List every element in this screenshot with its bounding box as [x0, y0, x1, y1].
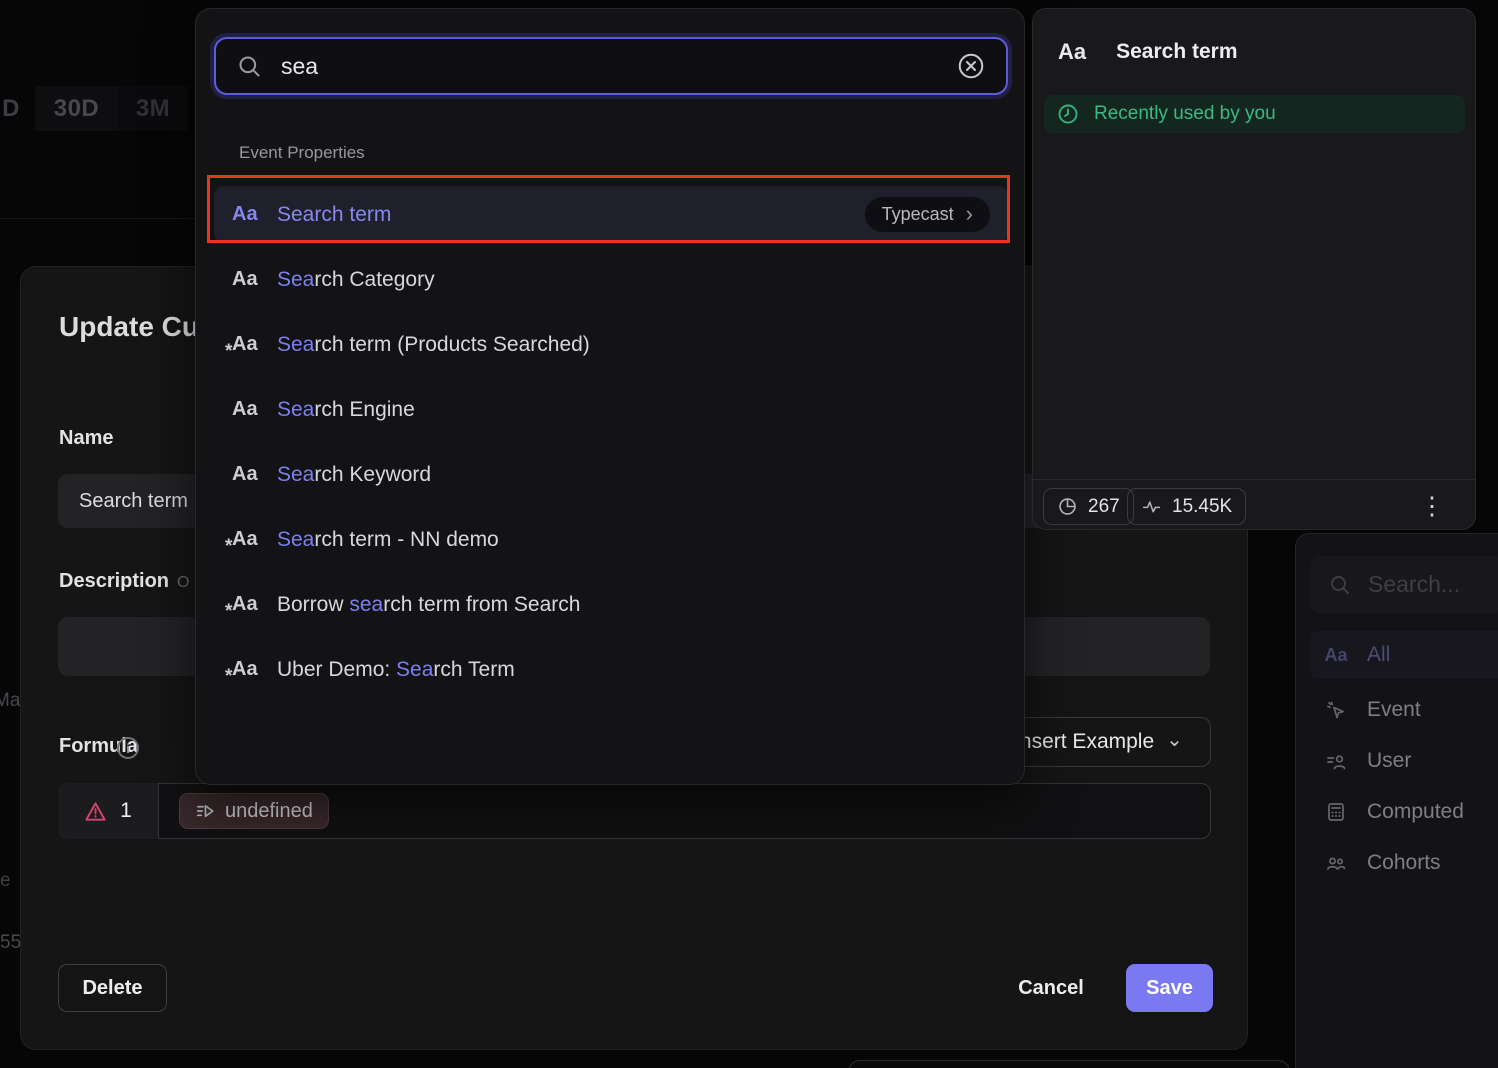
- axis-label-fragment: e: [0, 870, 11, 892]
- sidebar-search[interactable]: [1310, 556, 1498, 613]
- formula-token-undefined[interactable]: undefined: [179, 793, 329, 829]
- result-row-search-engine[interactable]: Aa Search Engine: [214, 381, 1008, 438]
- property-title: Search term: [1116, 40, 1237, 64]
- cursor-click-icon: [1324, 699, 1348, 721]
- insert-example-label: Insert Example: [1014, 730, 1154, 754]
- optional-hint: O: [177, 574, 189, 591]
- result-row-search-term[interactable]: Aa Search term Typecast ›: [214, 186, 1008, 243]
- axis-label-value: 55: [0, 932, 21, 954]
- calculator-icon: [1324, 801, 1348, 823]
- property-type-sidebar: Aa All Event User: [1295, 533, 1498, 1068]
- result-row-borrow-search-term[interactable]: Aa* Borrow search term from Search: [214, 576, 1008, 633]
- result-row-uber-demo-search-term[interactable]: Aa* Uber Demo: Search Term: [214, 641, 1008, 698]
- error-count: 1: [120, 799, 132, 823]
- formula-error-badge: 1: [58, 783, 158, 839]
- property-search-input[interactable]: [281, 53, 938, 80]
- sidebar-item-user[interactable]: User: [1310, 737, 1498, 785]
- chevron-down-icon: ⌄: [1166, 727, 1183, 752]
- cancel-button[interactable]: Cancel: [1006, 964, 1096, 1012]
- text-type-icon: Aa: [232, 268, 260, 291]
- user-list-icon: [1324, 750, 1348, 772]
- function-icon: [195, 801, 216, 822]
- text-type-icon: Aa: [232, 398, 260, 421]
- more-options-icon[interactable]: ⋮: [1417, 488, 1447, 525]
- time-range-segment-partial[interactable]: D: [0, 86, 22, 131]
- text-type-icon: Aa: [1324, 645, 1348, 666]
- result-row-search-category[interactable]: Aa Search Category: [214, 251, 1008, 308]
- sidebar-item-computed[interactable]: Computed: [1310, 788, 1498, 836]
- custom-property-asterisk-icon: *: [225, 601, 232, 623]
- time-range-segment-30d[interactable]: 30D: [35, 86, 118, 131]
- dialog-title: Update Cu: [59, 311, 199, 343]
- chevron-right-icon: ›: [966, 203, 973, 225]
- sidebar-item-all[interactable]: Aa All: [1310, 631, 1498, 679]
- name-label: Name: [59, 427, 113, 450]
- description-label: DescriptionO: [59, 570, 189, 593]
- clear-search-icon[interactable]: [956, 51, 986, 81]
- people-icon: [1324, 852, 1348, 874]
- typecast-button[interactable]: Typecast ›: [865, 197, 990, 232]
- divider: [1033, 479, 1475, 480]
- clock-icon: [1056, 102, 1080, 126]
- pie-chart-icon: [1057, 496, 1078, 517]
- time-range-segment-3m[interactable]: 3M: [118, 86, 188, 131]
- sidebar-item-cohorts[interactable]: Cohorts: [1310, 839, 1498, 887]
- property-search-box[interactable]: [214, 37, 1008, 95]
- search-icon: [236, 53, 263, 80]
- activity-icon: [1141, 496, 1162, 517]
- property-details-panel: Aa Search term Recently used by you 267: [1032, 8, 1476, 530]
- result-row-search-term-products[interactable]: Aa* Search term (Products Searched): [214, 316, 1008, 373]
- sidebar-item-event[interactable]: Event: [1310, 686, 1498, 734]
- custom-text-type-icon: Aa*: [232, 333, 260, 356]
- search-results-list: Aa Search term Typecast › Aa Search Cate…: [214, 186, 1008, 698]
- text-type-icon: Aa: [232, 203, 260, 226]
- text-type-icon: Aa: [232, 463, 260, 486]
- chart-gridline: [0, 218, 196, 219]
- text-type-icon: Aa: [1058, 39, 1086, 65]
- custom-text-type-icon: Aa*: [232, 593, 260, 616]
- delete-button[interactable]: Delete: [58, 964, 167, 1012]
- app-screen: D 30D 3M May e 55 Update Cu Name Descrip…: [0, 0, 1498, 1068]
- event-volume-pill[interactable]: 15.45K: [1127, 488, 1246, 525]
- result-row-search-keyword[interactable]: Aa Search Keyword: [214, 446, 1008, 503]
- formula-input[interactable]: undefined: [158, 783, 1211, 839]
- custom-property-asterisk-icon: *: [225, 666, 232, 688]
- info-icon: i: [117, 737, 139, 759]
- custom-property-asterisk-icon: *: [225, 341, 232, 363]
- custom-text-type-icon: Aa*: [232, 528, 260, 551]
- save-button[interactable]: Save: [1126, 964, 1213, 1012]
- distinct-values-pill[interactable]: 267: [1043, 488, 1134, 525]
- warning-icon: [84, 800, 107, 823]
- property-search-popover: Event Properties Aa Search term Typecast…: [195, 8, 1025, 785]
- custom-property-asterisk-icon: *: [225, 536, 232, 558]
- recently-used-badge: Recently used by you: [1044, 95, 1465, 133]
- search-icon: [1328, 573, 1352, 597]
- sidebar-search-input[interactable]: [1368, 571, 1478, 598]
- custom-text-type-icon: Aa*: [232, 658, 260, 681]
- result-row-search-term-nn-demo[interactable]: Aa* Search term - NN demo: [214, 511, 1008, 568]
- background-panel-edge: [848, 1060, 1290, 1068]
- section-label: Event Properties: [239, 143, 365, 163]
